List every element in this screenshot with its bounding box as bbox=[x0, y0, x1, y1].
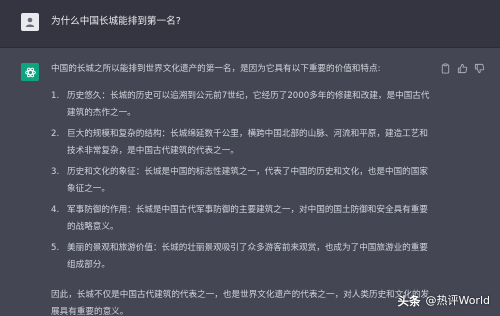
assistant-message: 中国的长城之所以能排到世界文化遗产的第一名，是因为它具有以下重要的价值和特点: … bbox=[0, 48, 500, 316]
message-actions bbox=[440, 63, 485, 74]
list-item-text: 历史和文化的象征：长城是中国的标志性建筑之一，代表了中国的历史和文化，也是中国的… bbox=[67, 166, 428, 195]
list-item-number: 3. bbox=[51, 166, 60, 177]
list-item: 5. 美丽的景观和旅游价值：长城的壮丽景观吸引了众多游客前来观赏，也成为了中国旅… bbox=[51, 240, 432, 275]
list-item-text: 巨大的规模和复杂的结构：长城绵延数千公里，横跨中国北部的山脉、河流和平原，建造工… bbox=[67, 128, 428, 157]
list-item-text: 历史悠久：长城的历史可以追溯到公元前7世纪，它经历了2000多年的修建和改建，是… bbox=[67, 90, 430, 119]
user-question: 为什么中国长城能排到第一名? bbox=[51, 16, 181, 27]
list-item: 4. 军事防御的作用：长城是中国古代军事防御的主要建筑之一，对中国的国土防御和安… bbox=[51, 202, 432, 237]
list-item-text: 美丽的景观和旅游价值：长城的壮丽景观吸引了众多游客前来观赏，也成为了中国旅游业的… bbox=[67, 242, 428, 271]
list-item: 1. 历史悠久：长城的历史可以追溯到公元前7世纪，它经历了2000多年的修建和改… bbox=[51, 88, 432, 123]
user-message: 为什么中国长城能排到第一名? bbox=[0, 0, 500, 48]
list-item: 3. 历史和文化的象征：长城是中国的标志性建筑之一，代表了中国的历史和文化，也是… bbox=[51, 164, 432, 199]
list-item-text: 军事防御的作用：长城是中国古代军事防御的主要建筑之一，对中国的国土防御和安全具有… bbox=[67, 204, 428, 233]
list-item-number: 2. bbox=[51, 128, 60, 139]
openai-logo-icon bbox=[21, 63, 39, 81]
list-item-number: 5. bbox=[51, 242, 60, 253]
watermark-handle: @热评World bbox=[425, 294, 490, 307]
list-item-number: 4. bbox=[51, 204, 60, 215]
thumbs-up-icon[interactable] bbox=[457, 63, 468, 74]
answer-content: 中国的长城之所以能排到世界文化遗产的第一名，是因为它具有以下重要的价值和特点: … bbox=[51, 61, 432, 316]
list-item-number: 1. bbox=[51, 90, 60, 101]
watermark-logo: 头条 bbox=[397, 294, 421, 308]
watermark: 头条 @热评World bbox=[397, 293, 490, 309]
user-avatar-icon bbox=[21, 13, 39, 31]
clipboard-icon[interactable] bbox=[440, 63, 451, 74]
list-item: 2. 巨大的规模和复杂的结构：长城绵延数千公里，横跨中国北部的山脉、河流和平原，… bbox=[51, 126, 432, 161]
thumbs-down-icon[interactable] bbox=[474, 63, 485, 74]
answer-conclusion: 因此，长城不仅是中国古代建筑的代表之一，也是世界文化遗产的代表之一，对人类历史和… bbox=[51, 289, 430, 316]
answer-intro: 中国的长城之所以能排到世界文化遗产的第一名，是因为它具有以下重要的价值和特点: bbox=[51, 64, 381, 74]
chat-page: 为什么中国长城能排到第一名? 中国的长城之所以能排到世界文化遗产的第一名，是因为… bbox=[0, 0, 500, 316]
answer-list: 1. 历史悠久：长城的历史可以追溯到公元前7世纪，它经历了2000多年的修建和改… bbox=[51, 88, 432, 275]
